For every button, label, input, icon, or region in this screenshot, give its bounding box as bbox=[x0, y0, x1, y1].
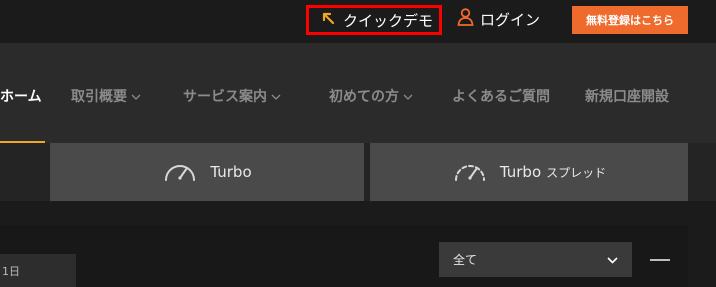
login-button[interactable]: ログイン bbox=[457, 8, 540, 30]
login-label: ログイン bbox=[480, 10, 541, 29]
quick-demo-button[interactable]: クイックデモ bbox=[306, 5, 442, 35]
product-tabs: Turbo Turbo スプレッド bbox=[0, 143, 716, 201]
nav-item-faq[interactable]: よくあるご質問 bbox=[452, 86, 550, 106]
filter-select[interactable]: 全て bbox=[439, 242, 632, 277]
tab-turbo-spread-suffix: スプレッド bbox=[546, 165, 607, 180]
nav-item-label: 新規口座開設 bbox=[585, 89, 669, 105]
top-bar: クイックデモ ログイン 無料登録はこちら bbox=[0, 0, 716, 43]
main-nav: ホーム 取引概要 サービス案内 初めての方 よくあるご質問 新規口座開設 bbox=[0, 43, 716, 143]
date-partial-text: 1日 bbox=[2, 264, 20, 278]
nav-item-open-account[interactable]: 新規口座開設 bbox=[585, 86, 669, 106]
nav-item-beginners[interactable]: 初めての方 bbox=[329, 86, 413, 106]
nav-item-trading-overview[interactable]: 取引概要 bbox=[71, 86, 141, 106]
tab-turbo-spread[interactable]: Turbo スプレッド bbox=[370, 143, 688, 201]
chevron-down-icon bbox=[271, 88, 281, 104]
speedometer-icon bbox=[162, 157, 198, 187]
nav-item-label: 初めての方 bbox=[329, 89, 399, 105]
nav-item-label: 取引概要 bbox=[71, 89, 127, 105]
free-register-button[interactable]: 無料登録はこちら bbox=[572, 6, 688, 34]
minus-icon[interactable] bbox=[650, 259, 670, 261]
nav-item-label: よくあるご質問 bbox=[452, 89, 550, 105]
tab-turbo-label: Turbo bbox=[210, 163, 252, 181]
tab-turbo-spread-label: Turbo bbox=[499, 163, 542, 181]
nav-item-label: ホーム bbox=[0, 89, 42, 105]
arrow-up-left-icon bbox=[321, 11, 335, 29]
nav-item-services[interactable]: サービス案内 bbox=[183, 86, 281, 106]
date-cell[interactable]: 1日 bbox=[0, 254, 76, 287]
chevron-down-icon bbox=[131, 88, 141, 104]
nav-item-home[interactable]: ホーム bbox=[0, 86, 42, 106]
tab-turbo[interactable]: Turbo bbox=[50, 143, 364, 201]
quick-demo-label: クイックデモ bbox=[343, 11, 434, 30]
speedometer-dashed-icon bbox=[452, 157, 488, 187]
nav-item-label: サービス案内 bbox=[183, 89, 267, 105]
chevron-down-icon bbox=[403, 88, 413, 104]
user-icon bbox=[457, 8, 474, 30]
filter-select-value: 全て bbox=[453, 253, 478, 267]
chevron-down-icon bbox=[607, 253, 618, 267]
